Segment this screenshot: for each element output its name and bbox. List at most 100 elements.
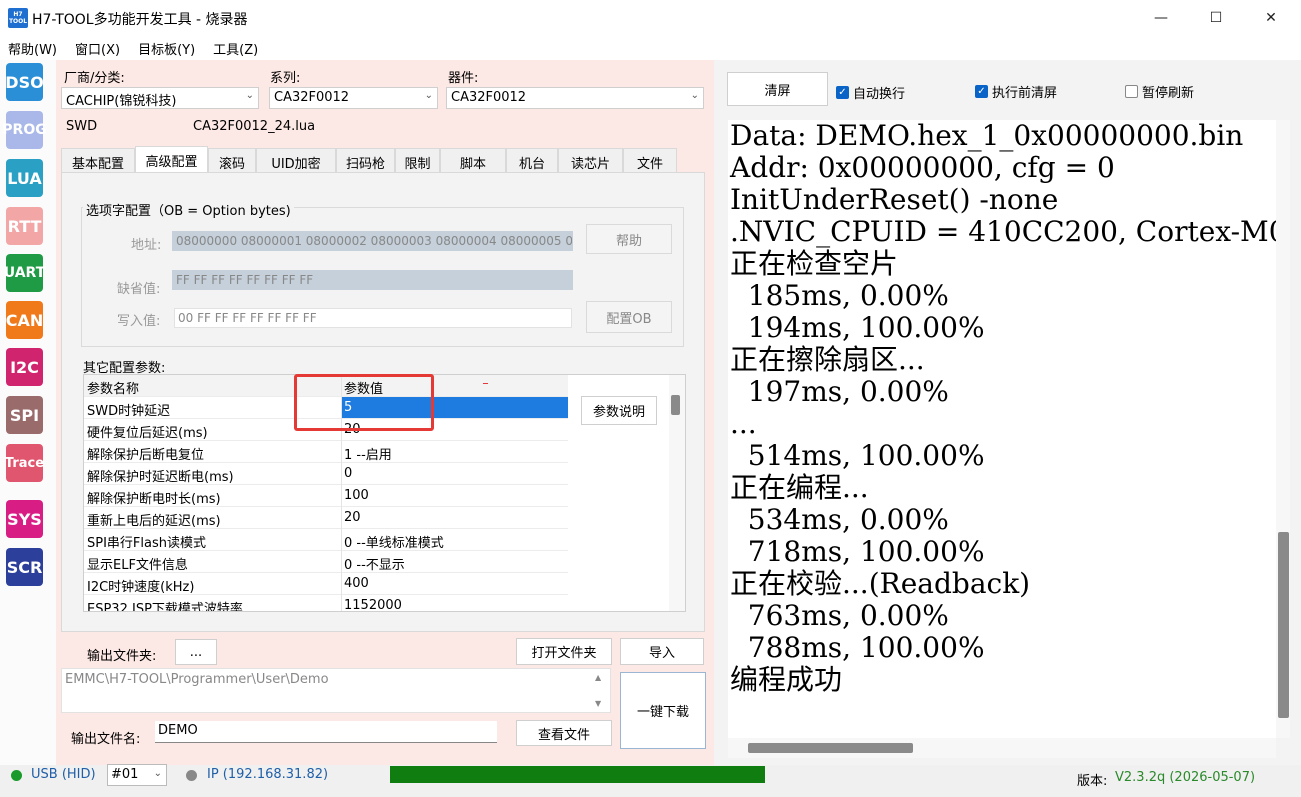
table-row[interactable]: I2C时钟速度(kHz) 400	[84, 573, 568, 595]
import-button[interactable]: 导入	[620, 638, 704, 665]
table-row[interactable]: 重新上电后的延迟(ms) 20	[84, 507, 568, 529]
tab-advanced[interactable]: 高级配置	[135, 146, 208, 172]
menu-tools[interactable]: 工具(Z)	[205, 39, 266, 58]
auto-wrap-checkbox[interactable]: ✓ 自动换行	[836, 83, 905, 102]
minimize-icon[interactable]: —	[1133, 0, 1189, 36]
pause-refresh-checkbox[interactable]: 暂停刷新	[1125, 82, 1194, 101]
progress-bar	[390, 766, 765, 783]
open-folder-button[interactable]: 打开文件夹	[516, 638, 612, 665]
ip-status-label: IP (192.168.31.82)	[207, 767, 329, 782]
rtt-button[interactable]: RTT	[6, 207, 43, 245]
output-filename-input[interactable]: DEMO	[155, 721, 497, 743]
scroll-down-icon[interactable]: ▼	[595, 699, 601, 708]
tab-scanner[interactable]: 扫码枪	[336, 148, 395, 172]
log-line: 788ms, 100.00%	[730, 631, 985, 664]
series-select[interactable]: CA32F0012 ⌄	[269, 87, 438, 109]
log-output[interactable]: Data: DEMO.hex_1_0x00000000.bin Addr: 0x…	[728, 120, 1276, 738]
log-line: 763ms, 0.00%	[730, 599, 949, 632]
highlight-annotation-box	[294, 374, 434, 431]
log-vertical-scrollbar-thumb[interactable]	[1278, 532, 1289, 718]
log-horizontal-scrollbar-thumb[interactable]	[748, 743, 913, 753]
tab-file[interactable]: 文件	[623, 148, 677, 172]
param-value[interactable]: 0 --不显示	[344, 554, 405, 573]
tab-basic[interactable]: 基本配置	[61, 148, 135, 172]
version-label: 版本:	[1077, 774, 1108, 789]
table-row[interactable]: 解除保护时延迟断电(ms) 0	[84, 463, 568, 485]
param-value[interactable]: 0	[344, 466, 352, 481]
i2c-button[interactable]: I2C	[6, 348, 43, 386]
title-bar: H7 TOOL H7-TOOL多功能开发工具 - 烧录器 — ☐ ✕	[0, 0, 1301, 36]
view-file-button[interactable]: 查看文件	[516, 720, 612, 746]
lua-button[interactable]: LUA	[6, 159, 43, 197]
log-line: 编程成功	[730, 663, 843, 696]
param-name: 显示ELF文件信息	[87, 558, 188, 573]
param-name: 解除保护时延迟断电(ms)	[87, 470, 234, 485]
usb-status-dot	[11, 770, 22, 781]
sys-button[interactable]: SYS	[6, 500, 43, 538]
usb-status-label: USB (HID)	[31, 767, 96, 782]
clear-screen-button[interactable]: 清屏	[727, 72, 828, 106]
table-row[interactable]: 解除保护断电时长(ms) 100	[84, 485, 568, 507]
window-title: H7-TOOL多功能开发工具 - 烧录器	[32, 12, 248, 28]
table-row[interactable]: 解除保护后断电复位 1 --启用	[84, 441, 568, 463]
output-path-box[interactable]: EMMC\H7-TOOL\Programmer\User\Demo ▲ ▼	[61, 668, 611, 713]
param-value[interactable]: 400	[344, 576, 369, 591]
menu-window[interactable]: 窗口(X)	[67, 39, 128, 58]
scroll-up-icon[interactable]: ▲	[595, 673, 601, 682]
prog-button[interactable]: PROG	[2, 111, 47, 149]
app-icon: H7 TOOL	[8, 8, 28, 28]
default-label: 缺省值:	[117, 282, 161, 297]
menu-target[interactable]: 目标板(Y)	[130, 39, 203, 58]
browse-folder-button[interactable]: ...	[175, 639, 217, 665]
vendor-select[interactable]: CACHIP(锦锐科技) ⌄	[61, 87, 259, 109]
table-row[interactable]: 显示ELF文件信息 0 --不显示	[84, 551, 568, 573]
uart-button[interactable]: UART	[4, 254, 45, 292]
write-label: 写入值:	[117, 314, 161, 329]
can-button[interactable]: CAN	[6, 301, 43, 339]
clear-before-run-checkbox[interactable]: ✓ 执行前清屏	[975, 82, 1057, 101]
param-value[interactable]: 1 --启用	[344, 444, 392, 463]
param-value[interactable]: 0 --单线标准模式	[344, 532, 444, 551]
output-folder-label: 输出文件夹:	[87, 649, 157, 664]
log-line: Data: DEMO.hex_1_0x00000000.bin	[730, 120, 1244, 152]
grid-scrollbar-thumb[interactable]	[671, 395, 680, 415]
config-ob-button[interactable]: 配置OB	[586, 301, 672, 333]
tab-rolling-code[interactable]: 滚码	[208, 148, 256, 172]
scr-button[interactable]: SCR	[6, 548, 43, 586]
trace-button[interactable]: Trace	[5, 444, 44, 482]
tab-machine[interactable]: 机台	[506, 148, 558, 172]
table-row[interactable]: ESP32 ISP下载模式波特率 1152000	[84, 595, 568, 611]
chevron-down-icon: ⌄	[245, 90, 254, 101]
spi-button[interactable]: SPI	[6, 396, 43, 434]
param-explain-button[interactable]: 参数说明	[581, 396, 657, 425]
maximize-icon[interactable]: ☐	[1188, 0, 1244, 36]
device-select[interactable]: CA32F0012 ⌄	[446, 87, 704, 109]
log-line: 718ms, 100.00%	[730, 535, 985, 568]
write-field[interactable]: 00 FF FF FF FF FF FF FF	[174, 308, 572, 328]
log-line: .NVIC_CPUID = 410CC200, Cortex-M0 r	[730, 215, 1276, 248]
param-value[interactable]: 20	[344, 510, 361, 525]
tab-uid-encrypt[interactable]: UID加密	[256, 148, 336, 172]
table-row[interactable]: SPI串行Flash读模式 0 --单线标准模式	[84, 529, 568, 551]
output-path-text: EMMC\H7-TOOL\Programmer\User\Demo	[65, 672, 329, 687]
option-bytes-title: 选项字配置（OB = Option bytes)	[83, 200, 294, 219]
port-select[interactable]: #01 ⌄	[107, 764, 167, 786]
tab-read-chip[interactable]: 读芯片	[558, 148, 623, 172]
ob-help-button[interactable]: 帮助	[586, 224, 672, 254]
log-line: 514ms, 100.00%	[730, 439, 985, 472]
device-value: CA32F0012	[451, 90, 527, 105]
param-name: I2C时钟速度(kHz)	[87, 580, 195, 595]
param-value[interactable]: 100	[344, 488, 369, 503]
addr-field: 08000000 08000001 08000002 08000003 0800…	[172, 231, 573, 251]
dso-button[interactable]: DSO	[5, 63, 44, 101]
tab-limit[interactable]: 限制	[395, 148, 440, 172]
tab-script[interactable]: 脚本	[440, 148, 506, 172]
log-line: InitUnderReset() -none	[730, 183, 1059, 216]
menu-help[interactable]: 帮助(W)	[0, 39, 65, 58]
chevron-down-icon: ⌄	[690, 90, 699, 101]
param-name: SWD时钟延迟	[87, 404, 171, 419]
param-value[interactable]: 1152000	[344, 598, 402, 611]
version-value: V2.3.2q (2026-05-07)	[1115, 770, 1256, 785]
close-icon[interactable]: ✕	[1243, 0, 1299, 36]
one-click-download-button[interactable]: 一键下载	[620, 672, 706, 749]
